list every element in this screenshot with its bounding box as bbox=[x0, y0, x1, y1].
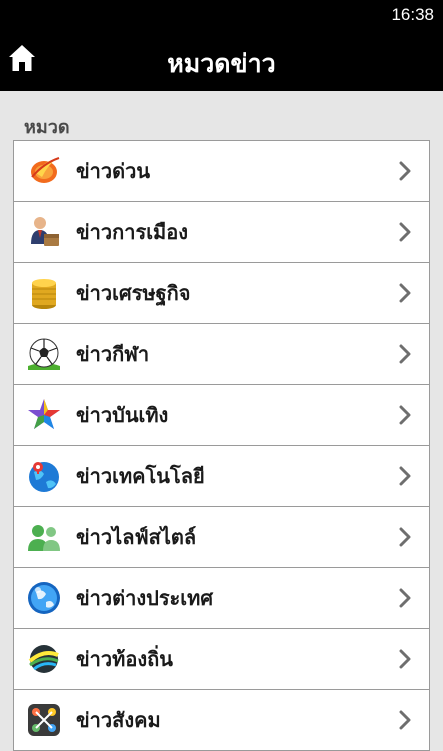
category-row-social[interactable]: ข่าวสังคม bbox=[14, 690, 429, 751]
category-label: ข่าวเทคโนโลยี bbox=[76, 464, 205, 488]
category-row-world[interactable]: ข่าวต่างประเทศ bbox=[14, 568, 429, 629]
status-clock: 16:38 bbox=[391, 5, 434, 24]
world-globe-icon bbox=[26, 580, 62, 616]
category-row-local[interactable]: ข่าวท้องถิ่น bbox=[14, 629, 429, 690]
category-label: ข่าวต่างประเทศ bbox=[76, 586, 214, 610]
category-row-economy[interactable]: ข่าวเศรษฐกิจ bbox=[14, 263, 429, 324]
sports-ball-icon bbox=[26, 336, 62, 372]
breaking-news-icon bbox=[26, 153, 62, 189]
category-row-politics[interactable]: ข่าวการเมือง bbox=[14, 202, 429, 263]
category-row-breaking[interactable]: ข่าวด่วน bbox=[14, 141, 429, 202]
category-label: ข่าวสังคม bbox=[76, 708, 161, 732]
technology-globe-icon bbox=[26, 458, 62, 494]
status-bar: 16:38 bbox=[0, 0, 443, 30]
category-label: ข่าวการเมือง bbox=[76, 220, 189, 244]
social-icon bbox=[26, 702, 62, 738]
chevron-right-icon bbox=[393, 220, 417, 244]
category-label: ข่าวบันเทิง bbox=[76, 403, 169, 427]
app-header: หมวดข่าว bbox=[0, 30, 443, 91]
chevron-right-icon bbox=[393, 281, 417, 305]
chevron-right-icon bbox=[393, 647, 417, 671]
category-row-lifestyle[interactable]: ข่าวไลฟ์สไตล์ bbox=[14, 507, 429, 568]
politics-icon bbox=[26, 214, 62, 250]
category-label: ข่าวไลฟ์สไตล์ bbox=[76, 525, 197, 549]
lifestyle-people-icon bbox=[26, 519, 62, 555]
category-label: ข่าวเศรษฐกิจ bbox=[76, 281, 191, 305]
chevron-right-icon bbox=[393, 342, 417, 366]
chevron-right-icon bbox=[393, 586, 417, 610]
page-title: หมวดข่าว bbox=[167, 49, 276, 78]
chevron-right-icon bbox=[393, 159, 417, 183]
chevron-right-icon bbox=[393, 403, 417, 427]
chevron-right-icon bbox=[393, 708, 417, 732]
section-label: หมวด bbox=[24, 117, 70, 138]
chevron-right-icon bbox=[393, 464, 417, 488]
category-label: ข่าวกีฬา bbox=[76, 342, 150, 366]
chevron-right-icon bbox=[393, 525, 417, 549]
category-row-entertainment[interactable]: ข่าวบันเทิง bbox=[14, 385, 429, 446]
category-list: ข่าวด่วน ข่าวการเมือง ข่าวเศรษฐกิจ ข่าวก… bbox=[13, 140, 430, 751]
category-row-sports[interactable]: ข่าวกีฬา bbox=[14, 324, 429, 385]
category-row-technology[interactable]: ข่าวเทคโนโลยี bbox=[14, 446, 429, 507]
entertainment-star-icon bbox=[26, 397, 62, 433]
economy-coins-icon bbox=[26, 275, 62, 311]
category-label: ข่าวด่วน bbox=[76, 159, 151, 183]
local-news-icon bbox=[26, 641, 62, 677]
category-label: ข่าวท้องถิ่น bbox=[76, 647, 173, 671]
